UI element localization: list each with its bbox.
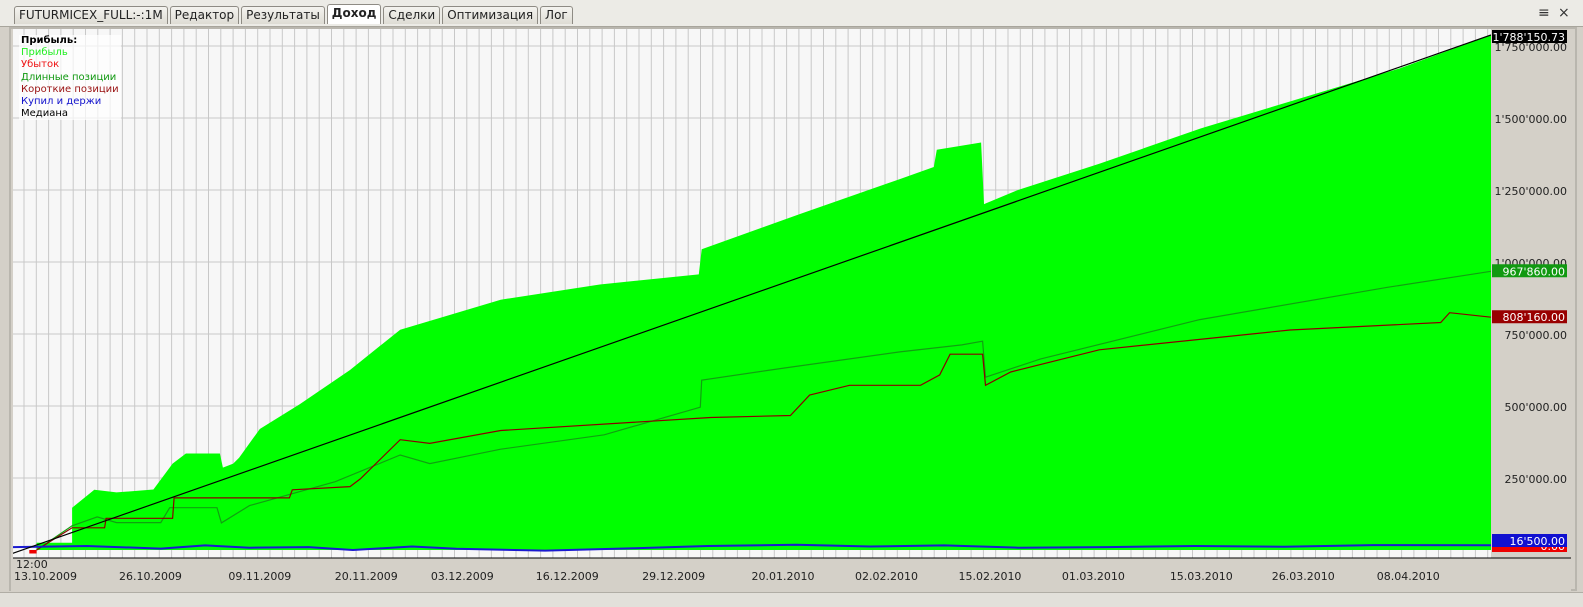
x-tick-label: 15.03.2010	[1170, 570, 1233, 583]
x-tick-label: 26.10.2009	[119, 570, 182, 583]
x-tick-label: 20.11.2009	[335, 570, 398, 583]
x-tick-label: 02.02.2010	[855, 570, 918, 583]
legend-item: Короткие позиции	[21, 83, 119, 95]
x-tick-label: 16.12.2009	[536, 570, 599, 583]
y-tick-label: 1'500'000.00	[1494, 113, 1567, 126]
x-tick-label: 08.04.2010	[1377, 570, 1440, 583]
x-tick-label: 03.12.2009	[431, 570, 494, 583]
x-tick-label: 13.10.2009	[14, 570, 77, 583]
last-value-badge: 1'788'150.73	[1492, 31, 1565, 44]
x-tick-label: 09.11.2009	[228, 570, 291, 583]
income-chart[interactable]: 250'000.00500'000.00750'000.001'000'000.…	[0, 0, 1583, 606]
x-tick-label: 15.02.2010	[958, 570, 1021, 583]
last-value-badge: 16'500.00	[1509, 535, 1565, 548]
legend-item: Купил и держи	[21, 96, 102, 108]
last-value-badge: 808'160.00	[1502, 311, 1565, 324]
series-area-4	[29, 550, 37, 554]
y-tick-label: 750'000.00	[1504, 329, 1567, 342]
x-tick-label: 20.01.2010	[752, 570, 815, 583]
last-value-badge: 967'860.00	[1502, 265, 1565, 278]
legend-item: Медиана	[21, 108, 68, 120]
x-tick-label: 01.03.2010	[1062, 570, 1125, 583]
y-tick-label: 250'000.00	[1504, 473, 1567, 486]
y-tick-label: 1'250'000.00	[1494, 185, 1567, 198]
legend-item: Прибыль	[21, 47, 68, 59]
legend-item: Убыток	[21, 59, 60, 71]
legend-item: Длинные позиции	[21, 71, 117, 83]
x-tick-label: 26.03.2010	[1272, 570, 1335, 583]
legend-title: Прибыль:	[21, 35, 78, 46]
y-tick-label: 500'000.00	[1504, 401, 1567, 414]
x-tick-label: 29.12.2009	[642, 570, 705, 583]
legend: Прибыль: Прибыль Убыток Длинные позиции Кор…	[19, 35, 121, 121]
status-bar	[0, 592, 1583, 607]
